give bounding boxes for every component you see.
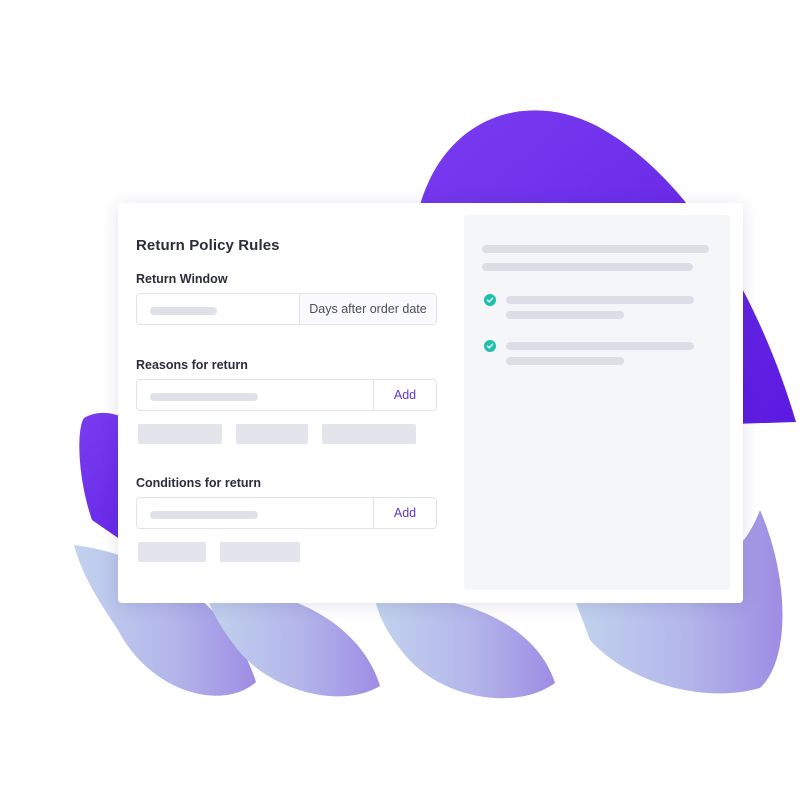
reasons-label: Reasons for return bbox=[136, 358, 248, 372]
condition-chip[interactable] bbox=[220, 542, 300, 562]
summary-line bbox=[482, 263, 693, 271]
light-blob-3 bbox=[375, 597, 555, 699]
page-title: Return Policy Rules bbox=[136, 237, 280, 254]
days-after-order-date-suffix: Days after order date bbox=[299, 294, 436, 324]
reason-chip[interactable] bbox=[138, 424, 222, 444]
summary-item-line bbox=[506, 342, 694, 350]
return-window-label: Return Window bbox=[136, 272, 228, 286]
add-condition-button[interactable]: Add bbox=[373, 498, 436, 528]
check-circle-icon bbox=[484, 294, 496, 306]
summary-item-line bbox=[506, 296, 694, 304]
input-placeholder-bar bbox=[150, 393, 258, 401]
input-placeholder-bar bbox=[150, 307, 217, 315]
summary-item-line bbox=[506, 357, 624, 365]
reasons-input[interactable]: Add bbox=[136, 379, 437, 411]
return-policy-card: Return Policy Rules Return Window Days a… bbox=[118, 203, 743, 603]
reason-chip[interactable] bbox=[236, 424, 308, 444]
input-placeholder-bar bbox=[150, 511, 258, 519]
reason-chip[interactable] bbox=[322, 424, 416, 444]
condition-chip[interactable] bbox=[138, 542, 206, 562]
summary-line bbox=[482, 245, 709, 253]
return-window-input[interactable]: Days after order date bbox=[136, 293, 437, 325]
conditions-label: Conditions for return bbox=[136, 476, 261, 490]
add-reason-button[interactable]: Add bbox=[373, 380, 436, 410]
summary-item-line bbox=[506, 311, 624, 319]
check-circle-icon bbox=[484, 340, 496, 352]
conditions-input[interactable]: Add bbox=[136, 497, 437, 529]
summary-panel bbox=[464, 215, 730, 590]
